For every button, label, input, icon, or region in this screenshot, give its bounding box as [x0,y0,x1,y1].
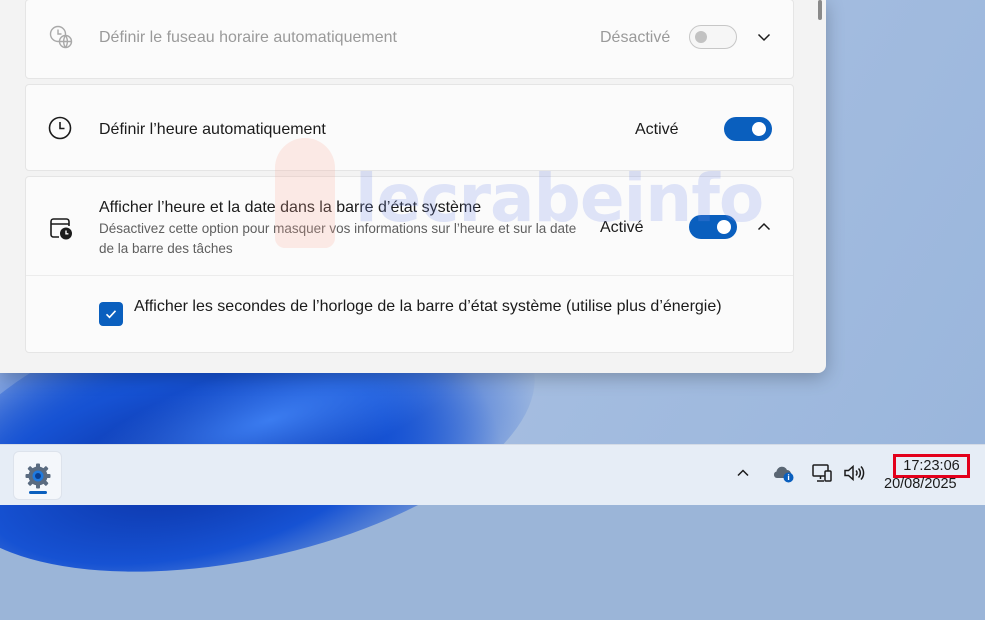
auto-time-state: Activé [635,121,679,138]
taskbar-clock-date[interactable]: 20/08/2025 [884,476,957,492]
tray-clock-title: Afficher l’heure et la date dans la barr… [99,199,482,216]
chevron-up-icon[interactable] [731,461,755,485]
section-divider [26,275,793,276]
tray-clock-state: Activé [600,219,644,236]
volume-icon[interactable] [841,461,865,485]
timezone-title: Définir le fuseau horaire automatiquemen… [99,29,397,46]
toggle-knob [752,122,766,136]
setting-timezone: Définir le fuseau horaire automatiquemen… [25,0,794,79]
scrollbar-thumb[interactable] [818,0,822,20]
timezone-toggle[interactable] [689,25,737,49]
active-app-indicator [29,491,47,494]
setting-tray-clock: Afficher l’heure et la date dans la barr… [25,176,794,353]
show-seconds-checkbox[interactable] [99,302,123,326]
tray-clock-toggle[interactable] [689,215,737,239]
auto-time-toggle[interactable] [724,117,772,141]
settings-window: Définir le fuseau horaire automatiquemen… [0,0,826,373]
timezone-state: Désactivé [600,29,671,46]
taskbar-clock-time[interactable]: 17:23:06 [893,454,970,478]
chevron-down-icon[interactable] [755,28,773,46]
auto-time-title: Définir l’heure automatiquement [99,121,326,138]
show-seconds-label[interactable]: Afficher les secondes de l’horloge de la… [134,295,724,318]
toggle-knob [695,31,707,43]
calendar-clock-icon [48,215,74,241]
timezone-globe-icon [48,24,74,50]
network-icon[interactable] [810,461,834,485]
chevron-up-icon[interactable] [755,218,773,236]
tray-clock-subtitle: Désactivez cette option pour masquer vos… [99,221,577,256]
onedrive-cloud-icon[interactable] [771,461,795,485]
toggle-knob [717,220,731,234]
clock-icon [47,115,73,141]
setting-auto-time: Définir l’heure automatiquement Activé [25,84,794,171]
taskbar: 17:23:06 20/08/2025 [0,444,985,505]
